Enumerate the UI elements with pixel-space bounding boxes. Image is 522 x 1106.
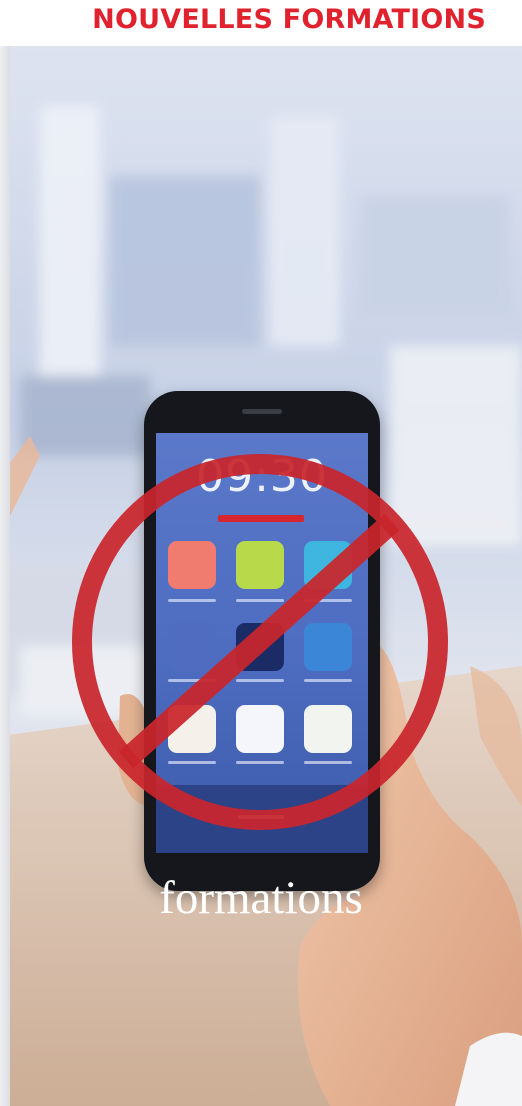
hero-photo: 09:30 [0,46,522,1106]
page-title: NOUVELLES FORMATIONS [92,4,486,35]
caption-text: formations [159,872,363,924]
page: NOUVELLES FORMATIONS 09:30 formations [0,0,522,1106]
prohibition-icon [72,454,448,830]
